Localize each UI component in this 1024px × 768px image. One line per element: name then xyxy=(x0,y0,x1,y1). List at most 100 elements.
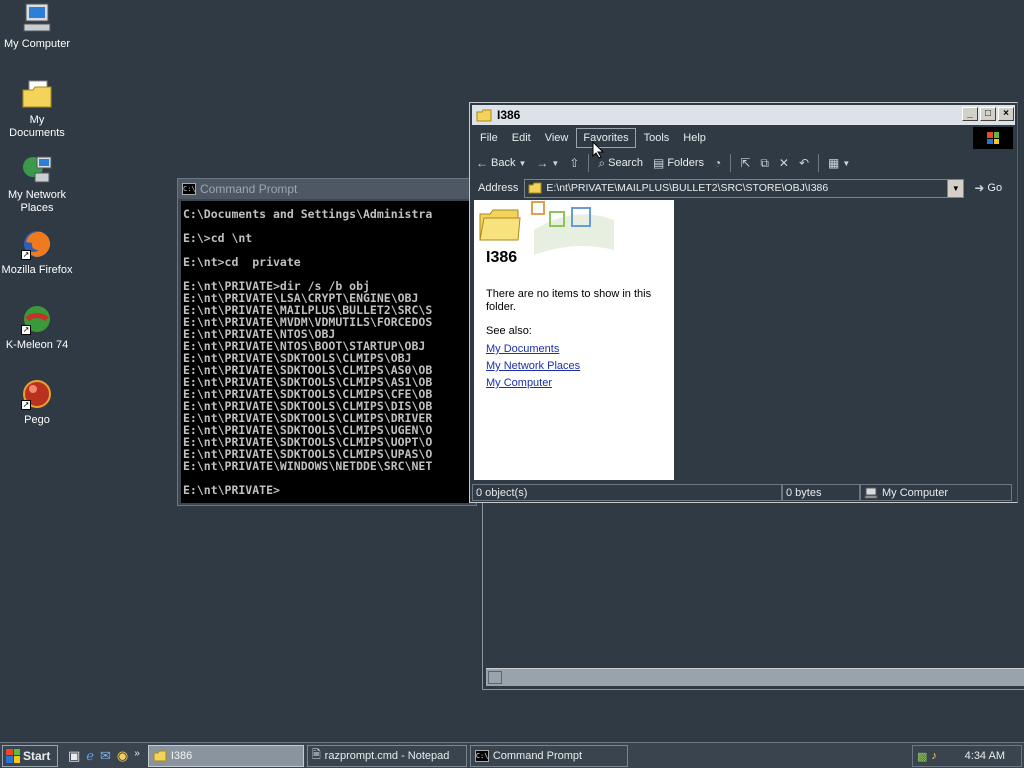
move-to-button[interactable]: ⇱ xyxy=(736,154,754,172)
menu-tools[interactable]: Tools xyxy=(638,129,676,147)
desktop-icon-my-computer[interactable]: My Computer xyxy=(0,2,74,51)
task-label: razprompt.cmd - Notepad xyxy=(324,749,450,762)
clock[interactable]: 4:34 AM xyxy=(965,750,1005,762)
task-pane: I386 There are no items to show in this … xyxy=(474,200,674,480)
history-button[interactable]: ◔ xyxy=(710,154,725,172)
my-computer-icon xyxy=(21,2,53,34)
show-desktop-icon[interactable]: ▣ xyxy=(68,748,80,764)
address-label: Address xyxy=(478,182,519,194)
explorer-title: I386 xyxy=(497,108,521,122)
outlook-icon[interactable]: ✉ xyxy=(100,748,111,764)
toolbar-separator xyxy=(730,154,732,172)
go-button[interactable]: ➜ Go xyxy=(974,181,1002,195)
empty-folder-message: There are no items to show in this folde… xyxy=(486,288,652,313)
explorer-window[interactable]: I386 _ □ × File Edit View Favorites Tool… xyxy=(469,102,1018,503)
copy-to-button[interactable]: ⧉ xyxy=(756,154,773,173)
network-tray-icon[interactable]: ▩ xyxy=(917,750,927,763)
see-also-label: See also: xyxy=(486,325,532,337)
undo-button[interactable]: ↶ xyxy=(795,154,813,172)
explorer-titlebar[interactable]: I386 _ □ × xyxy=(472,105,1015,125)
menu-bar: File Edit View Favorites Tools Help xyxy=(472,127,1015,149)
start-label: Start xyxy=(23,748,51,763)
window-controls: _ □ × xyxy=(962,107,1014,121)
forward-arrow-icon: → xyxy=(536,156,549,170)
desktop-icon-my-documents[interactable]: My Documents xyxy=(0,78,74,140)
pane-title: I386 xyxy=(486,249,518,266)
mouse-cursor-icon xyxy=(592,141,604,159)
chevron-down-icon: ▼ xyxy=(518,158,527,168)
desktop-icon-pego[interactable]: ↗ Pego xyxy=(0,378,74,427)
menu-favorites[interactable]: Favorites xyxy=(576,128,636,148)
task-i386[interactable]: I386 xyxy=(147,744,304,767)
chevron-down-icon: ▼ xyxy=(842,158,851,168)
move-to-icon: ⇱ xyxy=(740,156,751,170)
maximize-button[interactable]: □ xyxy=(980,107,996,121)
system-tray: ▩ ♪ 4:34 AM xyxy=(912,745,1022,767)
address-dropdown-icon[interactable]: ▼ xyxy=(947,179,964,197)
pane-header: I386 xyxy=(474,200,674,272)
up-folder-button[interactable]: ⇧ xyxy=(565,154,583,172)
status-objects: 0 object(s) xyxy=(472,484,782,501)
toolbar: ← Back ▼ → ▼ ⇧ ⌕ Search ▤ Folders ◔ ⇱ ⧉ … xyxy=(472,151,1015,175)
views-icon: ▦ xyxy=(828,156,840,170)
menu-help[interactable]: Help xyxy=(677,129,712,147)
folder-icon xyxy=(476,109,492,121)
cmd-title: Command Prompt xyxy=(200,182,298,196)
delete-icon: ✕ xyxy=(778,156,789,170)
firefox-icon: ↗ xyxy=(21,228,53,260)
background-window xyxy=(482,500,1024,690)
copy-to-icon: ⧉ xyxy=(760,155,769,170)
menu-file[interactable]: File xyxy=(474,129,504,147)
folder-content[interactable]: I386 There are no items to show in this … xyxy=(473,200,1014,481)
address-value: E:\nt\PRIVATE\MAILPLUS\BULLET2\SRC\STORE… xyxy=(546,182,829,194)
back-button[interactable]: ← Back ▼ xyxy=(472,154,530,172)
folder-icon xyxy=(153,750,167,761)
cmd-titlebar[interactable]: C:\ Command Prompt xyxy=(178,179,476,199)
status-location-label: My Computer xyxy=(882,486,949,499)
quick-launch: ▣ ℯ ✉ ◉ » xyxy=(68,748,140,764)
task-label: Command Prompt xyxy=(492,749,583,762)
back-label: Back xyxy=(491,157,516,169)
link-my-network-places[interactable]: My Network Places xyxy=(486,360,662,373)
horizontal-scrollbar[interactable] xyxy=(486,668,1024,686)
my-computer-icon xyxy=(864,487,878,498)
internet-explorer-icon[interactable]: ℯ xyxy=(86,748,94,764)
media-icon[interactable]: ◉ xyxy=(117,748,128,764)
forward-button[interactable]: → ▼ xyxy=(532,154,563,172)
cmd-output[interactable]: C:\Documents and Settings\Administra E:\>… xyxy=(181,201,473,503)
link-my-documents[interactable]: My Documents xyxy=(486,343,662,356)
folders-label: Folders xyxy=(667,157,704,169)
folders-icon: ▤ xyxy=(652,156,665,170)
network-places-icon xyxy=(21,153,53,185)
up-folder-icon: ⇧ xyxy=(569,156,580,170)
desktop-icon-firefox[interactable]: ↗ Mozilla Firefox xyxy=(0,228,74,277)
menu-edit[interactable]: Edit xyxy=(506,129,537,147)
desktop-icon-kmeleon[interactable]: ↗ K-Meleon 74 xyxy=(0,303,74,352)
command-prompt-window[interactable]: C:\ Command Prompt C:\Documents and Sett… xyxy=(177,178,477,506)
minimize-button[interactable]: _ xyxy=(962,107,978,121)
task-label: I386 xyxy=(170,749,193,762)
toolbar-separator xyxy=(588,154,590,172)
delete-button[interactable]: ✕ xyxy=(775,154,793,172)
kmeleon-icon: ↗ xyxy=(21,303,53,335)
start-button[interactable]: Start xyxy=(2,744,58,767)
folders-button[interactable]: ▤ Folders xyxy=(649,154,708,172)
menu-view[interactable]: View xyxy=(539,129,575,147)
volume-tray-icon[interactable]: ♪ xyxy=(931,750,937,762)
address-bar: Address E:\nt\PRIVATE\MAILPLUS\BULLET2\S… xyxy=(472,177,1015,199)
chevron-right-icon[interactable]: » xyxy=(134,748,140,764)
address-input[interactable]: E:\nt\PRIVATE\MAILPLUS\BULLET2\SRC\STORE… xyxy=(524,178,965,198)
desktop-icon-network[interactable]: My Network Places xyxy=(0,153,74,215)
close-button[interactable]: × xyxy=(998,107,1014,121)
views-button[interactable]: ▦ ▼ xyxy=(824,154,854,172)
search-label: Search xyxy=(608,157,643,169)
task-command-prompt[interactable]: C:\ Command Prompt xyxy=(469,744,628,767)
windows-flag-icon xyxy=(6,748,20,763)
pego-icon: ↗ xyxy=(21,378,53,410)
cmd-line: E:\nt\PRIVATE> xyxy=(183,483,280,497)
chevron-down-icon: ▼ xyxy=(551,158,560,168)
link-my-computer[interactable]: My Computer xyxy=(486,377,662,390)
scrollbar-thumb[interactable] xyxy=(488,671,502,684)
go-arrow-icon: ➜ xyxy=(974,181,985,195)
task-notepad[interactable]: 🗎 razprompt.cmd - Notepad xyxy=(306,744,467,767)
